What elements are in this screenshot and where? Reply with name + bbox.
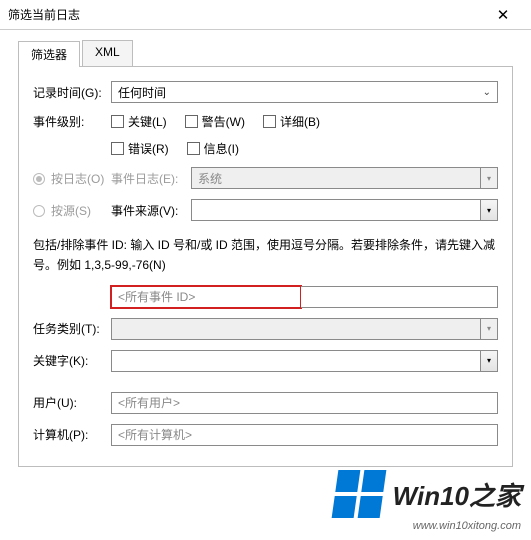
checkbox-critical[interactable] [111,115,124,128]
label-level: 事件级别: [33,113,111,130]
chevron-down-icon: ▾ [487,174,491,183]
help-text: 包括/排除事件 ID: 输入 ID 号和/或 ID 范围，使用逗号分隔。若要排除… [33,235,498,276]
radio-bylog-label: 按日志(O) [51,172,104,186]
combo-taskcat-button: ▾ [480,318,498,340]
radio-bysource-label: 按源(S) [51,204,91,218]
windows-logo-icon [331,470,386,518]
combo-eventsrc-button[interactable]: ▾ [480,199,498,221]
chevron-down-icon: ▾ [487,324,491,333]
row-level-2: 错误(R) 信息(I) [33,140,498,157]
tab-strip: 筛选器 XML [18,40,513,67]
watermark-brand: Win10之家 [393,476,521,513]
window-title: 筛选当前日志 [8,6,483,23]
combo-eventsrc-input[interactable] [191,199,480,221]
label-keywords: 关键字(K): [33,352,111,369]
radio-bysource-wrap: 按源(S) [33,202,111,219]
radio-bylog-wrap: 按日志(O) [33,170,111,187]
chk-warning: 警告(W) [185,113,245,130]
label-logged: 记录时间(G): [33,84,111,101]
chk-info: 信息(I) [187,140,239,157]
checkbox-verbose[interactable] [263,115,276,128]
row-bylog: 按日志(O) 事件日志(E): 系统 ▾ [33,167,498,189]
label-eventlog: 事件日志(E): [111,170,191,187]
close-icon: ✕ [497,6,510,24]
row-bysource: 按源(S) 事件来源(V): ▾ [33,199,498,221]
help-text-content: 包括/排除事件 ID: 输入 ID 号和/或 ID 范围，使用逗号分隔。若要排除… [33,238,495,272]
label-computer: 计算机(P): [33,426,111,443]
radio-dot-icon [36,176,42,182]
row-keywords: 关键字(K): ▾ [33,350,498,372]
input-eventid[interactable]: <所有事件 ID> [111,286,301,308]
input-user[interactable]: <所有用户> [111,392,498,414]
eventid-wrap: <所有事件 ID> [111,286,498,308]
combo-eventlog-input: 系统 [191,167,480,189]
select-logged-time[interactable]: 任何时间 ⌄ [111,81,498,103]
combo-keywords-button[interactable]: ▾ [480,350,498,372]
combo-eventlog-button: ▾ [480,167,498,189]
chk-info-label: 信息(I) [204,140,239,157]
combo-eventsrc[interactable]: ▾ [191,199,498,221]
level-checks-1: 关键(L) 警告(W) 详细(B) [111,113,498,130]
filter-panel: 记录时间(G): 任何时间 ⌄ 事件级别: 关键(L) 警告(W) 详细(B [18,67,513,467]
label-taskcat: 任务类别(T): [33,320,111,337]
chk-error: 错误(R) [111,140,169,157]
chevron-down-icon: ▾ [487,356,491,365]
combo-eventlog: 系统 ▾ [191,167,498,189]
watermark: Win10之家 www.win10xitong.com [335,470,521,532]
tab-xml[interactable]: XML [82,40,133,66]
row-eventid: <所有事件 ID> [33,286,498,308]
combo-taskcat: ▾ [111,318,498,340]
close-button[interactable]: ✕ [483,1,523,29]
chk-critical: 关键(L) [111,113,167,130]
radio-bylog [33,173,45,185]
row-logged: 记录时间(G): 任何时间 ⌄ [33,81,498,103]
chk-error-label: 错误(R) [128,140,169,157]
checkbox-error[interactable] [111,142,124,155]
checkbox-warning[interactable] [185,115,198,128]
row-computer: 计算机(P): <所有计算机> [33,424,498,446]
computer-wrap: <所有计算机> [111,424,498,446]
row-taskcat: 任务类别(T): ▾ [33,318,498,340]
combo-taskcat-input [111,318,480,340]
titlebar: 筛选当前日志 ✕ [0,0,531,30]
input-eventid-ext[interactable] [301,286,498,308]
watermark-url: www.win10xitong.com [335,520,521,532]
combo-keywords[interactable]: ▾ [111,350,498,372]
checkbox-info[interactable] [187,142,200,155]
label-user: 用户(U): [33,394,111,411]
chk-critical-label: 关键(L) [128,113,167,130]
input-computer[interactable]: <所有计算机> [111,424,498,446]
chk-verbose-label: 详细(B) [280,113,320,130]
chk-verbose: 详细(B) [263,113,320,130]
chk-warning-label: 警告(W) [202,113,245,130]
row-user: 用户(U): <所有用户> [33,392,498,414]
user-wrap: <所有用户> [111,392,498,414]
level-checks-2: 错误(R) 信息(I) [111,140,498,157]
tab-filter[interactable]: 筛选器 [18,41,80,67]
select-logged-value: 任何时间 [118,84,166,101]
chevron-down-icon: ⌄ [483,87,491,98]
chevron-down-icon: ▾ [487,206,491,215]
content: 筛选器 XML 记录时间(G): 任何时间 ⌄ 事件级别: 关键(L) 警告(W… [0,30,531,467]
radio-bysource [33,205,45,217]
label-eventsrc: 事件来源(V): [111,202,191,219]
row-level-1: 事件级别: 关键(L) 警告(W) 详细(B) [33,113,498,130]
combo-keywords-input[interactable] [111,350,480,372]
